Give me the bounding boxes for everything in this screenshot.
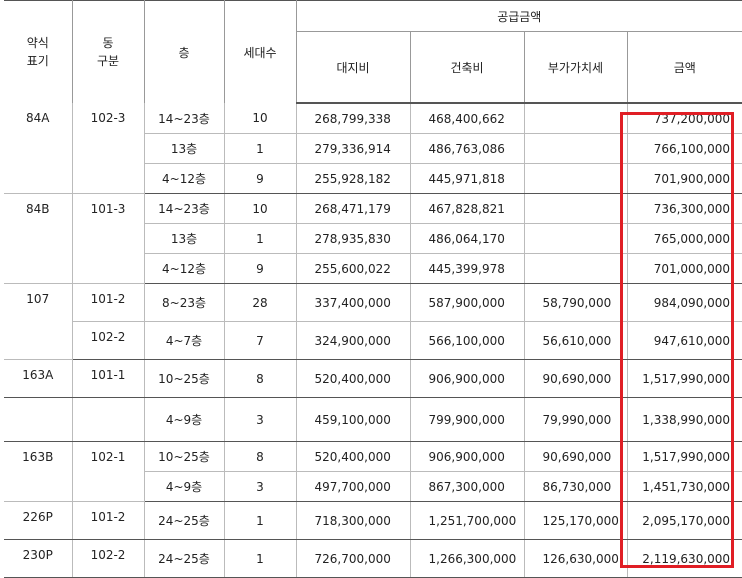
cell-floor: 4~9층 <box>144 397 225 442</box>
cell-dong: 101-1 <box>72 359 145 398</box>
cell-type <box>4 397 73 442</box>
cell-type: 84A <box>4 103 73 194</box>
cell-floor: 10~25층 <box>144 441 225 472</box>
cell-building: 799,900,000 <box>410 397 525 442</box>
cell-building: 906,900,000 <box>410 441 525 472</box>
cell-building: 467,828,821 <box>410 193 525 224</box>
cell-count: 1 <box>224 501 297 540</box>
cell-floor: 10~25층 <box>144 359 225 398</box>
header-supply-group: 공급금액 <box>295 0 742 32</box>
cell-land: 520,400,000 <box>296 359 411 398</box>
header-land: 대지비 <box>295 31 411 104</box>
cell-count: 8 <box>224 441 297 472</box>
cell-floor: 13층 <box>144 133 225 164</box>
cell-land: 278,935,830 <box>296 223 411 254</box>
cell-count: 8 <box>224 359 297 398</box>
cell-vat: 90,690,000 <box>524 441 628 472</box>
cell-vat <box>524 193 628 224</box>
cell-type: 230P <box>4 539 73 578</box>
cell-building: 445,399,978 <box>410 253 525 284</box>
cell-floor: 4~12층 <box>144 163 225 194</box>
header-vat: 부가가치세 <box>524 31 628 104</box>
cell-vat <box>524 103 628 134</box>
cell-floor: 13층 <box>144 223 225 254</box>
cell-land: 337,400,000 <box>296 283 411 322</box>
cell-floor: 4~7층 <box>144 321 225 360</box>
cell-building: 867,300,000 <box>410 471 525 502</box>
cell-type: 226P <box>4 501 73 540</box>
cell-dong: 102-3 <box>72 103 145 194</box>
cell-vat: 58,790,000 <box>524 283 628 322</box>
cell-vat: 86,730,000 <box>524 471 628 502</box>
cell-vat <box>524 253 628 284</box>
cell-dong: 102-1 <box>72 441 145 502</box>
cell-vat: 79,990,000 <box>524 397 628 442</box>
cell-building: 566,100,000 <box>410 321 525 360</box>
cell-building: 486,064,170 <box>410 223 525 254</box>
cell-vat <box>524 223 628 254</box>
header-dong: 동 구분 <box>72 0 145 103</box>
cell-land: 268,799,338 <box>296 103 411 134</box>
cell-floor: 14~23층 <box>144 103 225 134</box>
header-building: 건축비 <box>410 31 525 104</box>
cell-type: 84B <box>4 193 73 284</box>
cell-building: 906,900,000 <box>410 359 525 398</box>
cell-land: 255,600,022 <box>296 253 411 284</box>
cell-building: 587,900,000 <box>410 283 525 322</box>
cell-dong <box>72 397 145 442</box>
cell-land: 497,700,000 <box>296 471 411 502</box>
cell-count: 3 <box>224 397 297 442</box>
cell-count: 3 <box>224 471 297 502</box>
cell-building: 1,266,300,000 <box>410 539 525 578</box>
cell-type: 107 <box>4 283 73 360</box>
cell-vat <box>524 163 628 194</box>
cell-count: 28 <box>224 283 297 322</box>
cell-vat: 126,630,000 <box>524 539 628 578</box>
header-households: 세대수 <box>224 0 297 103</box>
cell-count: 1 <box>224 539 297 578</box>
cell-floor: 14~23층 <box>144 193 225 224</box>
cell-land: 324,900,000 <box>296 321 411 360</box>
cell-land: 459,100,000 <box>296 397 411 442</box>
cell-floor: 4~9층 <box>144 471 225 502</box>
cell-land: 255,928,182 <box>296 163 411 194</box>
cell-land: 520,400,000 <box>296 441 411 472</box>
cell-count: 7 <box>224 321 297 360</box>
cell-dong: 102-2 <box>72 321 145 360</box>
cell-type: 163B <box>4 441 73 502</box>
cell-land: 726,700,000 <box>296 539 411 578</box>
cell-dong: 101-3 <box>72 193 145 284</box>
cell-count: 1 <box>224 133 297 164</box>
cell-vat <box>524 133 628 164</box>
header-type: 약식 표기 <box>4 0 73 103</box>
cell-building: 468,400,662 <box>410 103 525 134</box>
cell-dong: 102-2 <box>72 539 145 578</box>
cell-count: 10 <box>224 193 297 224</box>
cell-count: 10 <box>224 103 297 134</box>
cell-floor: 24~25층 <box>144 539 225 578</box>
cell-count: 1 <box>224 223 297 254</box>
cell-floor: 24~25층 <box>144 501 225 540</box>
cell-vat: 56,610,000 <box>524 321 628 360</box>
cell-land: 718,300,000 <box>296 501 411 540</box>
cell-building: 1,251,700,000 <box>410 501 525 540</box>
header-floor: 층 <box>144 0 225 103</box>
cell-floor: 8~23층 <box>144 283 225 322</box>
cell-type: 163A <box>4 359 73 398</box>
cell-land: 279,336,914 <box>296 133 411 164</box>
cell-count: 9 <box>224 163 297 194</box>
cell-dong: 101-2 <box>72 283 145 322</box>
cell-building: 486,763,086 <box>410 133 525 164</box>
amount-highlight-box <box>620 112 734 568</box>
cell-dong: 101-2 <box>72 501 145 540</box>
header-amount: 금액 <box>627 31 742 104</box>
cell-floor: 4~12층 <box>144 253 225 284</box>
cell-count: 9 <box>224 253 297 284</box>
cell-building: 445,971,818 <box>410 163 525 194</box>
cell-land: 268,471,179 <box>296 193 411 224</box>
cell-vat: 125,170,000 <box>524 501 628 540</box>
cell-vat: 90,690,000 <box>524 359 628 398</box>
